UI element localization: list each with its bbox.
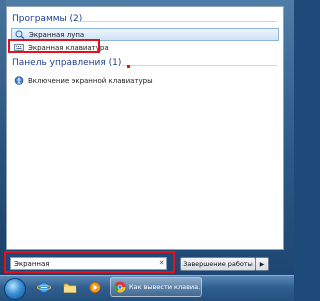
folder-icon[interactable] — [63, 281, 77, 294]
control-panel-header: Панель управления (1) — [12, 58, 122, 68]
shutdown-button[interactable]: Завершение работы — [180, 257, 256, 271]
start-orb-icon[interactable] — [4, 278, 26, 300]
chrome-icon — [114, 281, 126, 293]
taskbar-window-label: Как вывести клавиа... — [129, 283, 201, 291]
programs-header-divider — [77, 21, 277, 22]
programs-header: Программы (2) — [12, 14, 83, 24]
magnifier-icon — [15, 30, 25, 39]
result-label: Включение экранной клавиатуры — [28, 76, 153, 85]
control-panel-header-divider — [122, 65, 277, 66]
result-enable-on-screen-keyboard[interactable]: Включение экранной клавиатуры — [11, 74, 279, 87]
ease-of-access-icon — [14, 76, 24, 85]
search-input[interactable] — [10, 257, 167, 270]
result-label: Экранная лупа — [29, 30, 85, 39]
shutdown-options-button[interactable]: ▶ — [256, 257, 269, 271]
taskbar-window-button[interactable]: Как вывести клавиа... — [110, 277, 202, 297]
media-player-icon[interactable] — [88, 281, 102, 294]
chevron-right-icon: ▶ — [259, 260, 265, 268]
ie-icon[interactable] — [37, 281, 51, 294]
shutdown-label: Завершение работы — [183, 260, 253, 268]
annotation-dot — [127, 65, 130, 68]
highlight-frame-keyboard-result — [8, 39, 100, 53]
clear-search-icon[interactable]: ✕ — [157, 257, 166, 270]
